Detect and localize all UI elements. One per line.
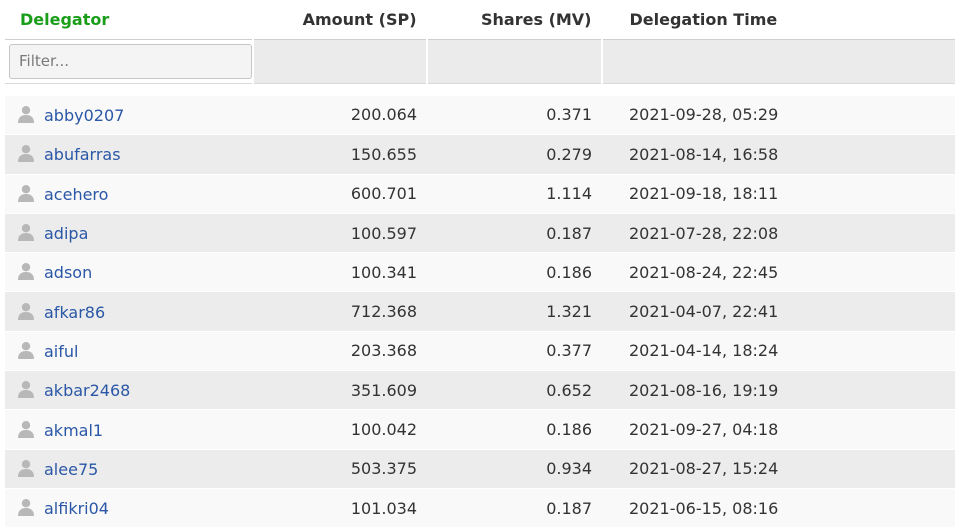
header-row: Delegator Amount (SP) Shares (MV) Delega… xyxy=(5,0,955,40)
delegation-time-cell: 2021-08-14, 16:58 xyxy=(602,134,955,175)
shares-cell: 0.186 xyxy=(427,409,602,450)
table-row: acehero 600.701 1.114 2021-09-18, 18:11 xyxy=(5,174,955,214)
delegator-link[interactable]: acehero xyxy=(44,185,108,204)
delegator-link[interactable]: adipa xyxy=(44,224,88,243)
delegation-time-cell: 2021-04-14, 18:24 xyxy=(602,331,955,372)
user-icon xyxy=(18,263,34,281)
filter-row xyxy=(5,39,955,84)
shares-cell: 1.321 xyxy=(427,291,602,332)
table-row: akmal1 100.042 0.186 2021-09-27, 04:18 xyxy=(5,409,955,450)
column-header-shares[interactable]: Shares (MV) xyxy=(426,0,602,40)
user-icon xyxy=(18,499,34,517)
delegator-cell: adson xyxy=(5,252,253,293)
table-row: adipa 100.597 0.187 2021-07-28, 22:08 xyxy=(5,213,955,254)
user-icon xyxy=(18,184,34,202)
amount-cell: 101.034 xyxy=(253,488,427,528)
delegation-time-cell: 2021-08-16, 19:19 xyxy=(602,370,955,411)
table-row: aiful 203.368 0.377 2021-04-14, 18:24 xyxy=(5,331,955,372)
column-header-delegation-time[interactable]: Delegation Time xyxy=(601,0,955,40)
table-row: afkar86 712.368 1.321 2021-04-07, 22:41 xyxy=(5,291,955,332)
amount-cell: 351.609 xyxy=(253,370,427,411)
shares-cell: 0.652 xyxy=(427,370,602,411)
header-spacer xyxy=(5,83,955,96)
table-row: akbar2468 351.609 0.652 2021-08-16, 19:1… xyxy=(5,370,955,411)
filter-cell-delegator xyxy=(5,39,254,84)
delegator-cell: acehero xyxy=(5,174,253,214)
shares-cell: 0.371 xyxy=(427,95,602,136)
amount-cell: 203.368 xyxy=(253,331,427,372)
delegation-time-cell: 2021-06-15, 08:16 xyxy=(602,488,955,528)
table-row: abby0207 200.064 0.371 2021-09-28, 05:29 xyxy=(5,95,955,136)
shares-cell: 0.934 xyxy=(427,449,602,489)
delegator-link[interactable]: alee75 xyxy=(44,460,98,479)
amount-cell: 200.064 xyxy=(253,95,427,136)
delegation-time-cell: 2021-08-24, 22:45 xyxy=(602,252,955,293)
user-icon xyxy=(18,341,34,359)
user-icon xyxy=(18,145,34,163)
delegation-time-cell: 2021-08-27, 15:24 xyxy=(602,449,955,489)
column-header-delegator[interactable]: Delegator xyxy=(5,0,253,40)
delegator-cell: abufarras xyxy=(5,134,253,175)
delegator-link[interactable]: akbar2468 xyxy=(44,381,130,400)
delegator-link[interactable]: aiful xyxy=(44,342,78,361)
delegator-link[interactable]: akmal1 xyxy=(44,421,103,440)
table-body: abby0207 200.064 0.371 2021-09-28, 05:29… xyxy=(5,95,955,528)
shares-cell: 1.114 xyxy=(427,174,602,214)
table-header: Delegator Amount (SP) Shares (MV) Delega… xyxy=(5,0,955,96)
delegator-cell: abby0207 xyxy=(5,95,253,136)
user-icon xyxy=(18,459,34,477)
amount-cell: 712.368 xyxy=(253,291,427,332)
shares-cell: 0.187 xyxy=(427,213,602,254)
delegator-link[interactable]: abby0207 xyxy=(44,106,124,125)
amount-cell: 100.597 xyxy=(253,213,427,254)
table-row: abufarras 150.655 0.279 2021-08-14, 16:5… xyxy=(5,134,955,175)
delegation-time-cell: 2021-04-07, 22:41 xyxy=(602,291,955,332)
delegator-cell: alee75 xyxy=(5,449,253,489)
delegator-cell: adipa xyxy=(5,213,253,254)
table-row: alfikri04 101.034 0.187 2021-06-15, 08:1… xyxy=(5,488,955,528)
delegator-cell: aiful xyxy=(5,331,253,372)
delegator-cell: akmal1 xyxy=(5,409,253,450)
delegator-cell: afkar86 xyxy=(5,291,253,332)
delegation-time-cell: 2021-09-18, 18:11 xyxy=(602,174,955,214)
delegator-cell: alfikri04 xyxy=(5,488,253,528)
table-row: alee75 503.375 0.934 2021-08-27, 15:24 xyxy=(5,449,955,489)
shares-cell: 0.279 xyxy=(427,134,602,175)
delegator-link[interactable]: afkar86 xyxy=(44,303,105,322)
delegation-time-cell: 2021-07-28, 22:08 xyxy=(602,213,955,254)
amount-cell: 503.375 xyxy=(253,449,427,489)
user-icon xyxy=(18,381,34,399)
shares-cell: 0.186 xyxy=(427,252,602,293)
shares-cell: 0.187 xyxy=(427,488,602,528)
amount-cell: 100.042 xyxy=(253,409,427,450)
filter-cell-time xyxy=(602,39,955,84)
filter-input[interactable] xyxy=(9,43,252,79)
column-header-amount[interactable]: Amount (SP) xyxy=(252,0,427,40)
amount-cell: 150.655 xyxy=(253,134,427,175)
user-icon xyxy=(18,105,34,123)
user-icon xyxy=(18,224,34,242)
delegator-link[interactable]: alfikri04 xyxy=(44,499,109,518)
table-row: adson 100.341 0.186 2021-08-24, 22:45 xyxy=(5,252,955,293)
delegation-time-cell: 2021-09-27, 04:18 xyxy=(602,409,955,450)
delegators-table: Delegator Amount (SP) Shares (MV) Delega… xyxy=(5,0,955,528)
filter-cell-amount xyxy=(253,39,428,84)
amount-cell: 600.701 xyxy=(253,174,427,214)
amount-cell: 100.341 xyxy=(253,252,427,293)
filter-cell-shares xyxy=(427,39,603,84)
shares-cell: 0.377 xyxy=(427,331,602,372)
delegation-time-cell: 2021-09-28, 05:29 xyxy=(602,95,955,136)
delegator-cell: akbar2468 xyxy=(5,370,253,411)
delegator-link[interactable]: adson xyxy=(44,263,92,282)
user-icon xyxy=(18,302,34,320)
delegator-link[interactable]: abufarras xyxy=(44,145,121,164)
user-icon xyxy=(18,420,34,438)
